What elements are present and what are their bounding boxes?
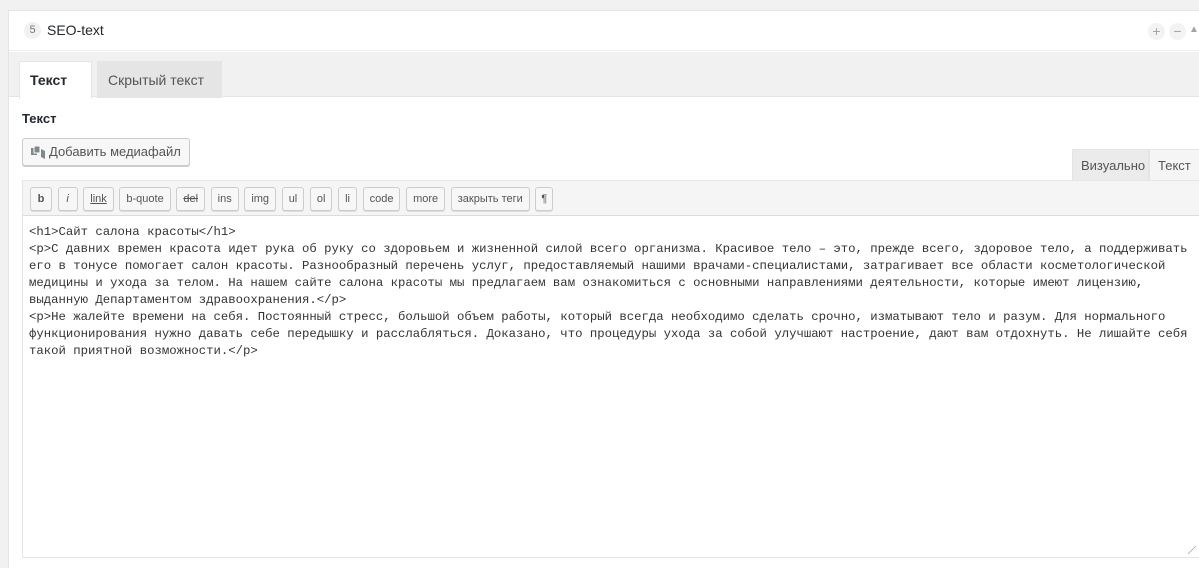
more-button[interactable]: more [406, 187, 446, 211]
add-media-label: Добавить медиафайл [49, 144, 181, 159]
ol-button[interactable]: ol [309, 187, 333, 211]
metabox-title: SEO-text [47, 22, 104, 38]
add-media-button[interactable]: Добавить медиафайл [22, 138, 190, 166]
tab-hidden-text[interactable]: Скрытый текст [97, 61, 222, 98]
field-label: Текст [22, 111, 57, 126]
code-button[interactable]: code [362, 187, 401, 211]
blockquote-button[interactable]: b-quote [119, 187, 171, 211]
editor-textarea[interactable]: <h1>Сайт салона красоты</h1> <p>С давних… [23, 216, 1199, 557]
remove-icon[interactable]: − [1169, 23, 1186, 40]
visual-mode-tab[interactable]: Визуально [1072, 149, 1149, 181]
li-button[interactable]: li [338, 187, 357, 211]
editor-container: b i link b-quote del ins img ul ol li co… [22, 180, 1199, 558]
bold-button[interactable]: b [30, 187, 52, 211]
resize-handle-icon[interactable] [1188, 546, 1196, 554]
collapse-arrow-icon[interactable]: ▲ [1189, 24, 1199, 35]
tabs-bar: Текст Скрытый текст [9, 52, 1199, 99]
media-icon [31, 139, 49, 165]
ul-button[interactable]: ul [281, 187, 305, 211]
metabox-header[interactable]: 5 SEO-text + − ▲ [9, 11, 1199, 51]
img-button[interactable]: img [244, 187, 277, 211]
seo-text-metabox: 5 SEO-text + − ▲ Текст Скрытый текст Тек… [8, 10, 1199, 568]
del-button[interactable]: del [176, 187, 206, 211]
metabox-number: 5 [24, 22, 41, 39]
text-mode-tab[interactable]: Текст [1149, 149, 1199, 181]
quicktags-toolbar: b i link b-quote del ins img ul ol li co… [23, 181, 1199, 216]
add-icon[interactable]: + [1148, 23, 1165, 40]
tab-text[interactable]: Текст [19, 61, 92, 99]
italic-button[interactable]: i [57, 187, 78, 211]
link-button[interactable]: link [83, 187, 114, 211]
close-tags-button[interactable]: закрыть теги [450, 187, 530, 211]
pilcrow-button[interactable]: ¶ [535, 187, 554, 211]
ins-button[interactable]: ins [210, 187, 239, 211]
